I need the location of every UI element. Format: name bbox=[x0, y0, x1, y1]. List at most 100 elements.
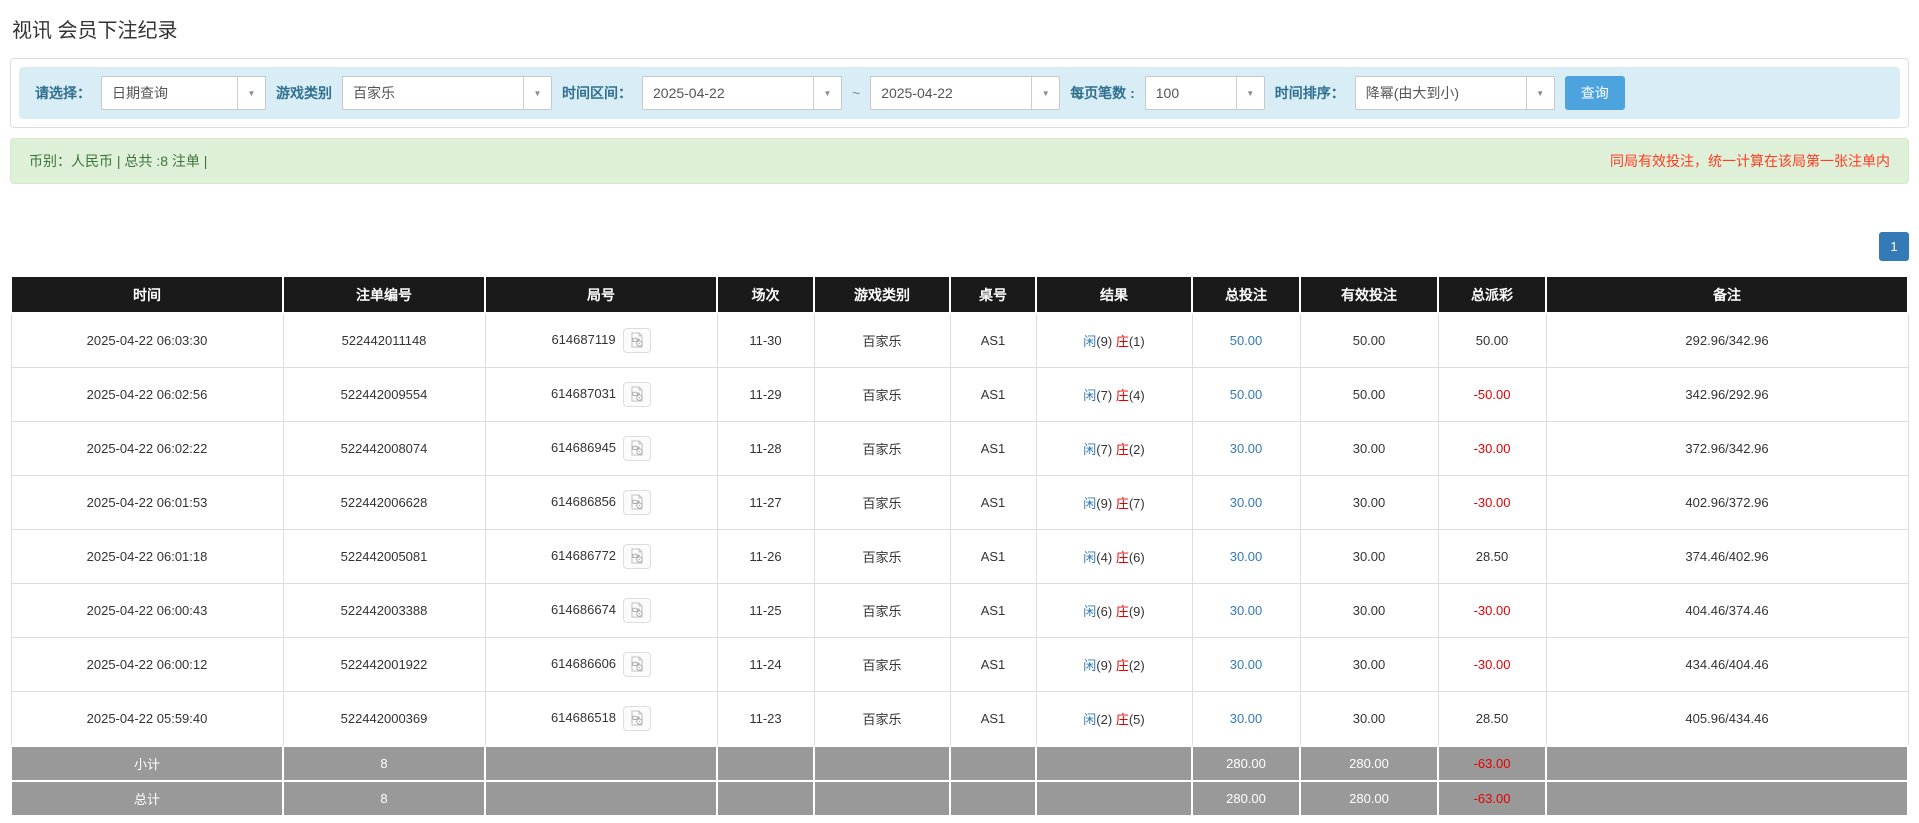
round-id-wrap: 614686674 bbox=[551, 602, 651, 617]
result-text: 闲(7) 庄(2) bbox=[1083, 442, 1144, 457]
video-replay-button[interactable] bbox=[623, 436, 651, 460]
notice-text: 同局有效投注，统一计算在该局第一张注单内 bbox=[1610, 151, 1890, 171]
cell-remark: 342.96/292.96 bbox=[1546, 368, 1908, 422]
cell-session: 11-24 bbox=[717, 638, 814, 692]
cell-time: 2025-04-22 06:02:56 bbox=[11, 368, 283, 422]
cell-result: 闲(2) 庄(5) bbox=[1036, 692, 1192, 747]
time-sort-label: 时间排序： bbox=[1275, 83, 1345, 103]
result-player-value: (7) bbox=[1096, 388, 1112, 403]
result-banker-label: 庄 bbox=[1116, 550, 1129, 565]
cell-game-type: 百家乐 bbox=[814, 422, 950, 476]
result-player-label: 闲 bbox=[1083, 388, 1096, 403]
summary-cell: 8 bbox=[283, 746, 485, 781]
tilde-separator: ~ bbox=[852, 85, 860, 101]
round-id-text: 614686518 bbox=[551, 710, 616, 725]
round-id-text: 614686772 bbox=[551, 548, 616, 563]
video-replay-button[interactable] bbox=[623, 598, 651, 622]
summary-cell: 280.00 bbox=[1300, 781, 1438, 816]
game-type-label: 游戏类别 bbox=[276, 83, 332, 103]
cell-result: 闲(9) 庄(2) bbox=[1036, 638, 1192, 692]
date-to-select-value: 2025-04-22 bbox=[871, 77, 1031, 109]
result-banker-label: 庄 bbox=[1116, 388, 1129, 403]
cell-round-id: 614686856 bbox=[485, 476, 717, 530]
result-banker-value: (4) bbox=[1129, 388, 1145, 403]
total-bet-link[interactable]: 30.00 bbox=[1230, 495, 1263, 510]
cell-result: 闲(9) 庄(7) bbox=[1036, 476, 1192, 530]
video-replay-button[interactable] bbox=[623, 652, 651, 676]
page-size-select[interactable]: 100▼ bbox=[1145, 76, 1265, 110]
total-bet-link[interactable]: 30.00 bbox=[1230, 657, 1263, 672]
video-icon bbox=[629, 710, 645, 726]
summary-text: 币别：人民币 | 总共 :8 注单 | bbox=[29, 151, 207, 171]
round-id-text: 614686606 bbox=[551, 656, 616, 671]
round-id-text: 614686945 bbox=[551, 440, 616, 455]
query-type-label: 请选择： bbox=[35, 83, 91, 103]
summary-cell bbox=[814, 746, 950, 781]
round-id-wrap: 614686945 bbox=[551, 440, 651, 455]
cell-game-type: 百家乐 bbox=[814, 368, 950, 422]
query-type-select-value: 日期查询 bbox=[102, 77, 237, 109]
cell-total-bet: 30.00 bbox=[1192, 530, 1300, 584]
column-header: 总派彩 bbox=[1438, 276, 1546, 313]
result-banker-label: 庄 bbox=[1116, 712, 1129, 727]
result-banker-value: (6) bbox=[1129, 550, 1145, 565]
column-header: 有效投注 bbox=[1300, 276, 1438, 313]
cell-total-bet: 50.00 bbox=[1192, 368, 1300, 422]
result-banker-label: 庄 bbox=[1116, 334, 1129, 349]
total-bet-link[interactable]: 30.00 bbox=[1230, 711, 1263, 726]
video-replay-button[interactable] bbox=[623, 706, 651, 730]
time-sort-select-value: 降幂(由大到小) bbox=[1356, 77, 1526, 109]
date-from-select[interactable]: 2025-04-22▼ bbox=[642, 76, 842, 110]
total-bet-link[interactable]: 50.00 bbox=[1230, 387, 1263, 402]
page-1-button[interactable]: 1 bbox=[1879, 232, 1909, 261]
cell-table-no: AS1 bbox=[950, 584, 1036, 638]
header-row: 时间注单编号局号场次游戏类别桌号结果总投注有效投注总派彩备注 bbox=[11, 276, 1908, 313]
round-id-text: 614686674 bbox=[551, 602, 616, 617]
cell-payout: -30.00 bbox=[1438, 638, 1546, 692]
cell-game-type: 百家乐 bbox=[814, 313, 950, 368]
date-to-select[interactable]: 2025-04-22▼ bbox=[870, 76, 1060, 110]
cell-round-id: 614686674 bbox=[485, 584, 717, 638]
table-row: 2025-04-22 06:03:30522442011148614687119… bbox=[11, 313, 1908, 368]
cell-bet-id: 522442001922 bbox=[283, 638, 485, 692]
video-replay-button[interactable] bbox=[623, 544, 651, 568]
column-header: 局号 bbox=[485, 276, 717, 313]
video-replay-button[interactable] bbox=[623, 328, 651, 352]
cell-session: 11-23 bbox=[717, 692, 814, 747]
cell-payout: -30.00 bbox=[1438, 584, 1546, 638]
cell-remark: 374.46/402.96 bbox=[1546, 530, 1908, 584]
total-bet-link[interactable]: 30.00 bbox=[1230, 441, 1263, 456]
result-banker-label: 庄 bbox=[1116, 496, 1129, 511]
cell-bet-id: 522442000369 bbox=[283, 692, 485, 747]
cell-game-type: 百家乐 bbox=[814, 692, 950, 747]
cell-session: 11-29 bbox=[717, 368, 814, 422]
result-banker-label: 庄 bbox=[1116, 604, 1129, 619]
cell-session: 11-26 bbox=[717, 530, 814, 584]
page-size-label: 每页笔数 : bbox=[1070, 83, 1135, 103]
cell-total-bet: 30.00 bbox=[1192, 422, 1300, 476]
result-text: 闲(7) 庄(4) bbox=[1083, 388, 1144, 403]
pagination: 1 bbox=[10, 232, 1909, 261]
page-title: 视讯 会员下注纪录 bbox=[12, 14, 1909, 43]
query-button[interactable]: 查询 bbox=[1565, 76, 1625, 110]
round-id-wrap: 614687031 bbox=[551, 386, 651, 401]
total-bet-link[interactable]: 30.00 bbox=[1230, 549, 1263, 564]
time-sort-select[interactable]: 降幂(由大到小)▼ bbox=[1355, 76, 1555, 110]
video-replay-button[interactable] bbox=[623, 490, 651, 514]
cell-remark: 404.46/374.46 bbox=[1546, 584, 1908, 638]
total-bet-link[interactable]: 30.00 bbox=[1230, 603, 1263, 618]
result-banker-value: (5) bbox=[1129, 712, 1145, 727]
table-row: 2025-04-22 06:01:18522442005081614686772… bbox=[11, 530, 1908, 584]
table-header: 时间注单编号局号场次游戏类别桌号结果总投注有效投注总派彩备注 bbox=[11, 276, 1908, 313]
cell-time: 2025-04-22 06:00:12 bbox=[11, 638, 283, 692]
game-type-select[interactable]: 百家乐▼ bbox=[342, 76, 552, 110]
video-replay-button[interactable] bbox=[623, 382, 651, 406]
cell-remark: 434.46/404.46 bbox=[1546, 638, 1908, 692]
result-player-value: (9) bbox=[1096, 658, 1112, 673]
cell-result: 闲(7) 庄(4) bbox=[1036, 368, 1192, 422]
total-bet-link[interactable]: 50.00 bbox=[1230, 333, 1263, 348]
cell-time: 2025-04-22 06:01:18 bbox=[11, 530, 283, 584]
query-type-select[interactable]: 日期查询▼ bbox=[101, 76, 266, 110]
result-text: 闲(4) 庄(6) bbox=[1083, 550, 1144, 565]
summary-cell: 280.00 bbox=[1192, 781, 1300, 816]
